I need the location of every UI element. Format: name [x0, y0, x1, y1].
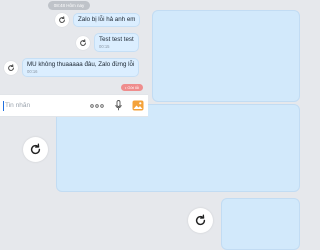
- message-time: 00:15: [99, 44, 110, 49]
- message-input[interactable]: [5, 98, 85, 113]
- refresh-icon[interactable]: [23, 137, 48, 162]
- message-composer: [0, 94, 148, 117]
- message-row: MU không thuaaaaa đâu, Zalo đừng lỗi 00:…: [4, 58, 140, 77]
- text-caret: [3, 100, 4, 111]
- refresh-icon[interactable]: [76, 35, 90, 50]
- refresh-icon[interactable]: [188, 208, 213, 233]
- more-dots-icon[interactable]: [90, 99, 104, 113]
- send-error-badge[interactable]: • Gửi lỗi: [121, 84, 143, 91]
- message-time: 00:16: [27, 69, 38, 74]
- message-text: MU không thuaaaaa đâu, Zalo đừng lỗi: [27, 61, 135, 68]
- image-icon[interactable]: [132, 99, 144, 113]
- refresh-icon[interactable]: [55, 13, 69, 27]
- chat-screen: 08:48 Hôm nay Zalo bị lỗi hả anh em Test…: [0, 0, 300, 250]
- message-bubble[interactable]: MU không thuaaaaa đâu, Zalo đừng lỗi 00:…: [22, 58, 140, 77]
- microphone-icon[interactable]: [113, 99, 123, 113]
- message-row: Zalo bị lỗi hả anh em: [55, 13, 141, 27]
- chat-panel: Zalo bị lỗi hả anh em Test test test 00:…: [0, 0, 148, 118]
- message-text: Test test test: [99, 36, 134, 43]
- message-text: Zalo bị lỗi hả anh em: [78, 16, 136, 23]
- outgoing-image-block[interactable]: [221, 198, 300, 250]
- refresh-icon[interactable]: [4, 60, 18, 75]
- outgoing-image-block[interactable]: [152, 10, 300, 102]
- message-bubble[interactable]: Test test test 00:15: [94, 33, 139, 52]
- message-row: Test test test 00:15: [76, 33, 139, 52]
- message-bubble[interactable]: Zalo bị lỗi hả anh em: [73, 13, 141, 27]
